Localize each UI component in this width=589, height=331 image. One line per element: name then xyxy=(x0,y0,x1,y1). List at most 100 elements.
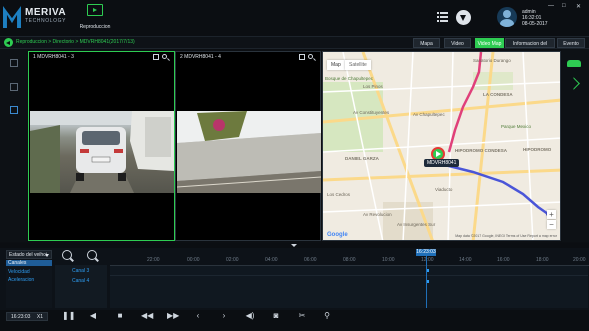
timeline-zoom-in-icon[interactable] xyxy=(62,250,72,260)
zoom-icon[interactable] xyxy=(162,54,167,59)
tick-label: 10:00 xyxy=(382,257,395,263)
list-item-canales[interactable]: Canales xyxy=(6,260,52,266)
vehicle-state-select[interactable]: Estado del veihci xyxy=(6,250,52,259)
timeline-cursor-time: 16:23:03 xyxy=(416,249,436,256)
tick-label: 04:00 xyxy=(265,257,278,263)
camera-frame-1 xyxy=(30,111,174,193)
layout-toolbar xyxy=(0,49,27,242)
video-panel-2[interactable]: 2 MDVRH8041 - 4 xyxy=(175,51,321,241)
tick-label: 16:00 xyxy=(497,257,510,263)
chevron-left-icon: ‹ xyxy=(196,311,200,320)
speaker-icon: ◀) xyxy=(245,311,255,320)
tick-label: 00:00 xyxy=(187,257,200,263)
google-logo: Google xyxy=(327,232,348,238)
user-date: 08-05-2017 xyxy=(522,21,548,27)
timeline-zoom-out-icon[interactable] xyxy=(87,250,97,260)
map-label: HIPODROMO xyxy=(523,147,552,152)
camera-icon: ◙ xyxy=(273,311,279,320)
map-zoom-out-button[interactable]: − xyxy=(547,220,556,229)
list-item-velocidad[interactable]: Velocidad xyxy=(8,269,30,275)
video-panel-1[interactable]: 1 MDVRH8041 - 3 xyxy=(28,51,175,241)
map-type-satellite[interactable]: Satellite xyxy=(345,60,371,70)
vehicle-label: MDVRH8041 xyxy=(424,159,460,167)
maximize-button[interactable]: □ xyxy=(562,3,566,9)
map-label: Bosque de Chapultepec xyxy=(325,76,374,81)
tab-mapa[interactable]: Mapa xyxy=(413,38,440,48)
map-label: Av Revolucion xyxy=(363,212,392,217)
channel-4-label[interactable]: Canal 4 xyxy=(72,278,89,284)
map-label: Parque Mexico xyxy=(501,124,532,129)
list-menu-icon[interactable] xyxy=(437,12,448,22)
collapse-caret-icon[interactable] xyxy=(291,244,297,247)
timeline-cursor[interactable] xyxy=(426,256,427,308)
stop-button[interactable]: ■ xyxy=(115,311,125,321)
map-label: LA CONDESA xyxy=(483,92,513,97)
download-icon[interactable] xyxy=(456,10,471,25)
playback-time: 16:23:03 xyxy=(11,314,31,320)
window-controls: — □ ✕ xyxy=(548,3,588,10)
tab-video-map[interactable]: Video Map xyxy=(475,38,504,48)
map-label: Av Chapultepec xyxy=(413,112,445,117)
brand-tagline: TECHNOLOGY xyxy=(25,18,67,24)
clip-button[interactable]: ✂ xyxy=(297,311,307,321)
map-label: DANIEL GARZA xyxy=(345,156,379,161)
pause-button[interactable]: ❚❚ xyxy=(62,311,76,321)
next-frame-button[interactable]: › xyxy=(219,311,229,321)
scissors-icon: ✂ xyxy=(298,311,306,320)
tab-video[interactable]: Video xyxy=(444,38,471,48)
grid-icon[interactable] xyxy=(299,54,305,60)
camera-frame-2 xyxy=(177,111,321,193)
map-label: Viaducto xyxy=(435,187,453,192)
map-attribution[interactable]: Map data ©2017 Google, INEGI Terms of Us… xyxy=(455,234,557,238)
list-item-aceleracion[interactable]: Aceleracion xyxy=(8,277,34,283)
map-label: Av Insurgentes Sur xyxy=(397,222,436,227)
breadcrumb[interactable]: Reproduccion > Directorio > MDVRH8041(20… xyxy=(16,39,135,45)
map-label: Los Cedros xyxy=(327,192,351,197)
mark-button[interactable]: ⚲ xyxy=(322,311,332,321)
playback-time-display: 16:23:03 X1 xyxy=(6,312,48,321)
fast-forward-icon: ▶▶ xyxy=(167,311,180,320)
user-avatar[interactable] xyxy=(497,7,517,27)
prev-frame-button[interactable]: ‹ xyxy=(193,311,203,321)
zoom-icon[interactable] xyxy=(308,54,313,59)
timeline-ruler[interactable]: 22:00 00:00 02:00 04:00 06:00 08:00 10:0… xyxy=(110,255,589,266)
channel-3-label[interactable]: Canal 3 xyxy=(72,268,89,274)
fullscreen-icon[interactable] xyxy=(10,59,18,67)
rewind-icon: ◀ xyxy=(89,311,97,320)
close-button[interactable]: ✕ xyxy=(576,3,581,10)
map-label: Los Pinos xyxy=(363,84,383,89)
map-panel[interactable]: Map Satellite Sanatorio Durango Los Pino… xyxy=(322,51,561,241)
playback-speed[interactable]: X1 xyxy=(37,314,43,320)
tick-label: 08:00 xyxy=(343,257,356,263)
pause-icon: ❚❚ xyxy=(62,311,76,320)
rewind-button[interactable]: ◀ xyxy=(88,311,98,321)
fast-backward-button[interactable]: ◀◀ xyxy=(141,311,153,321)
track-separator xyxy=(110,275,588,276)
pin-icon: ⚲ xyxy=(324,311,330,320)
video-panel-2-tools xyxy=(299,54,317,62)
car-icon[interactable] xyxy=(567,60,581,67)
map-type-map[interactable]: Map xyxy=(327,60,346,70)
expand-icon[interactable] xyxy=(567,77,580,90)
data-type-list: Canales Velocidad Aceleracion xyxy=(6,260,52,308)
fast-forward-button[interactable]: ▶▶ xyxy=(167,311,180,321)
tick-label: 14:00 xyxy=(459,257,472,263)
map-zoom-in-button[interactable]: + xyxy=(547,210,556,219)
channel-list: Canal 3 Canal 4 xyxy=(55,265,107,308)
timeline-tracks[interactable] xyxy=(110,266,588,308)
user-info: admin 16:32:01 08-05-2017 xyxy=(522,9,548,27)
map-side-toolbar xyxy=(562,49,589,242)
snapshot-button[interactable]: ◙ xyxy=(271,311,281,321)
tab-evento[interactable]: Evento xyxy=(557,38,585,48)
minimize-button[interactable]: — xyxy=(548,3,554,9)
grid-icon[interactable] xyxy=(153,54,159,60)
volume-button[interactable]: ◀) xyxy=(245,311,255,321)
back-icon[interactable] xyxy=(4,38,13,47)
playback-monitor-icon[interactable] xyxy=(87,4,103,16)
stop-icon: ■ xyxy=(117,311,123,320)
split-view-icon[interactable] xyxy=(10,106,18,114)
brand-name: MERIVA xyxy=(25,7,67,18)
tab-informacion-del-cuadro[interactable]: Informacion del cuadro xyxy=(505,38,555,57)
single-view-icon[interactable] xyxy=(10,83,18,91)
tick-label: 06:00 xyxy=(304,257,317,263)
